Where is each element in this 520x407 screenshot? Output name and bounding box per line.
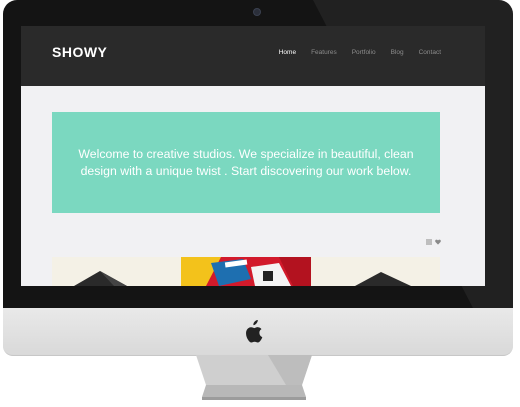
heart-icon[interactable]	[435, 239, 441, 245]
nav-home[interactable]: Home	[279, 49, 296, 56]
list-icon[interactable]	[426, 239, 432, 245]
camera-icon	[254, 9, 260, 15]
apple-logo-icon	[246, 320, 263, 343]
nav-blog[interactable]: Blog	[391, 49, 404, 56]
screen: SHOWY Home Features Portfolio Blog Conta…	[21, 26, 485, 286]
portfolio-item[interactable]	[310, 257, 440, 286]
nav-features[interactable]: Features	[311, 49, 337, 56]
portfolio-item[interactable]	[52, 257, 181, 286]
portfolio-filter	[426, 239, 441, 245]
nav-portfolio[interactable]: Portfolio	[352, 49, 376, 56]
site-header: SHOWY Home Features Portfolio Blog Conta…	[21, 26, 485, 86]
hero-text: Welcome to creative studios. We speciali…	[78, 146, 414, 178]
nav-contact[interactable]: Contact	[419, 49, 441, 56]
hero-banner: Welcome to creative studios. We speciali…	[52, 112, 440, 213]
portfolio-grid	[52, 257, 440, 286]
site-logo[interactable]: SHOWY	[52, 44, 107, 60]
main-nav: Home Features Portfolio Blog Contact	[279, 49, 441, 56]
portfolio-item[interactable]	[181, 257, 311, 286]
